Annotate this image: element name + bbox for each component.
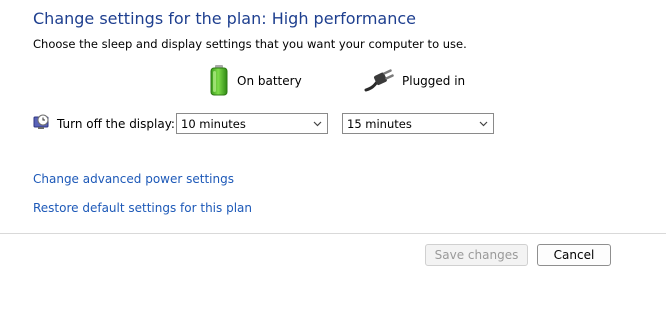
page-subtitle: Choose the sleep and display settings th… [33, 37, 467, 51]
column-header-on-battery: On battery [209, 64, 302, 99]
cancel-button[interactable]: Cancel [537, 244, 611, 266]
setting-row-turn-off-display: Turn off the display: [33, 113, 175, 135]
display-timeout-battery-value: 10 minutes [181, 116, 246, 131]
display-timer-icon [33, 114, 51, 135]
plug-icon [364, 68, 394, 95]
chevron-down-icon [478, 118, 489, 132]
footer-divider [0, 233, 666, 234]
column-label-plugged-in: Plugged in [402, 74, 466, 88]
display-timeout-plugged-value: 15 minutes [347, 116, 412, 131]
display-timeout-battery-select[interactable]: 10 minutes [176, 113, 328, 134]
column-header-plugged-in: Plugged in [364, 65, 465, 97]
change-advanced-power-settings-link[interactable]: Change advanced power settings [33, 172, 234, 186]
display-timeout-plugged-select[interactable]: 15 minutes [342, 113, 494, 134]
save-changes-button[interactable]: Save changes [425, 244, 528, 266]
restore-default-settings-link[interactable]: Restore default settings for this plan [33, 201, 252, 215]
column-label-on-battery: On battery [237, 74, 302, 88]
page-title: Change settings for the plan: High perfo… [33, 9, 417, 28]
turn-off-display-label: Turn off the display: [57, 117, 175, 131]
power-plan-settings-page: Change settings for the plan: High perfo… [0, 0, 666, 310]
battery-icon [209, 64, 229, 99]
chevron-down-icon [312, 118, 323, 132]
